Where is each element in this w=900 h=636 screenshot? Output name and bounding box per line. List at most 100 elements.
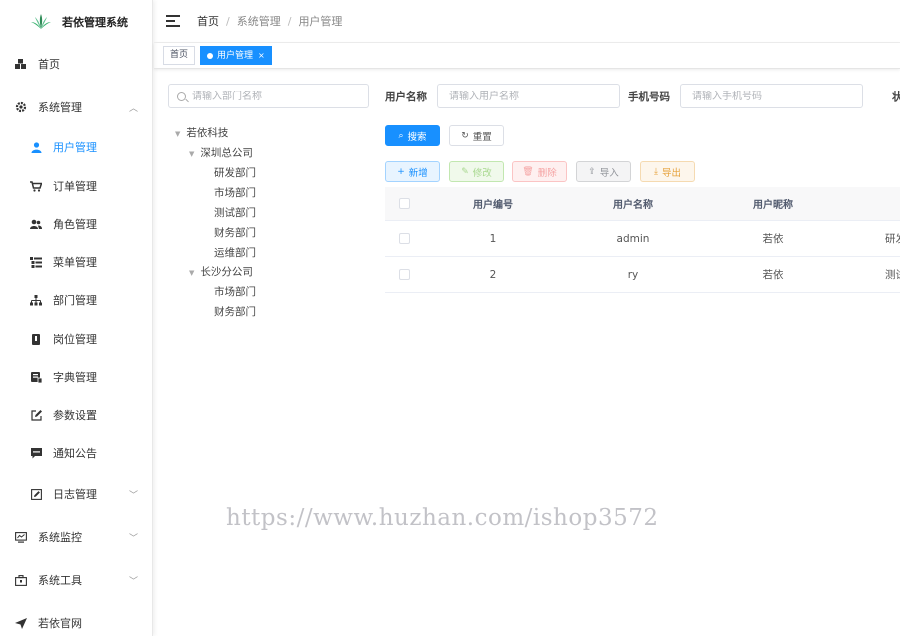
row-select-cell[interactable] bbox=[385, 257, 423, 292]
button-label: 新增 bbox=[408, 167, 428, 179]
user-table: 用户编号 用户名称 用户昵称 1 admin 若依 研发 2 ry 若依 测试 bbox=[385, 187, 900, 293]
breadcrumb-home[interactable]: 首页 bbox=[197, 13, 219, 29]
tree-node-label: 研发部门 bbox=[214, 167, 256, 179]
sidebar-item-label: 参数设置 bbox=[53, 409, 97, 422]
select-all-cell[interactable] bbox=[385, 187, 423, 220]
tree-node[interactable]: 市场部门 bbox=[214, 184, 256, 202]
dept-search-field[interactable] bbox=[168, 84, 369, 108]
row-checkbox[interactable] bbox=[398, 233, 410, 244]
tree-node[interactable]: 运维部门 bbox=[214, 244, 256, 262]
sidebar-item-dict[interactable]: 字典管理 bbox=[0, 362, 153, 392]
tree-node-label: 财务部门 bbox=[214, 227, 256, 239]
delete-button[interactable]: 🗑 删除 bbox=[512, 161, 567, 182]
tree-node[interactable]: 财务部门 bbox=[214, 303, 256, 321]
table-row[interactable]: 2 ry 若依 测试 bbox=[385, 257, 900, 293]
chevron-down-icon: ﹀ bbox=[128, 577, 138, 587]
tree-node[interactable]: 研发部门 bbox=[214, 164, 256, 182]
sidebar-item-home[interactable]: 首页 bbox=[0, 49, 153, 79]
username-field[interactable] bbox=[437, 84, 620, 108]
sidebar-item-roles[interactable]: 角色管理 bbox=[0, 209, 153, 239]
sidebar-item-label: 字典管理 bbox=[53, 371, 97, 384]
tree-node[interactable]: 财务部门 bbox=[214, 224, 256, 242]
search-button[interactable]: ⌕ 搜索 bbox=[385, 125, 440, 146]
edit-button[interactable]: ✎ 修改 bbox=[449, 161, 504, 182]
sidebar-item-posts[interactable]: 岗位管理 bbox=[0, 324, 153, 354]
navbar: 首页 / 系统管理 / 用户管理 bbox=[154, 0, 900, 43]
tag-home[interactable]: 首页 bbox=[163, 46, 196, 65]
sidebar-item-notice[interactable]: 通知公告 bbox=[0, 438, 153, 468]
tag-users[interactable]: 用户管理 × bbox=[200, 46, 272, 65]
tree-table-icon bbox=[30, 256, 42, 268]
tree-node-root[interactable]: ▼ 若依科技 bbox=[175, 124, 228, 142]
tag-label: 首页 bbox=[170, 50, 189, 60]
dept-search-input[interactable] bbox=[192, 90, 368, 102]
sidebar-item-tools[interactable]: 系统工具 ﹀ bbox=[0, 565, 153, 595]
sidebar-item-label: 岗位管理 bbox=[53, 333, 97, 346]
status-label: 状 bbox=[892, 91, 900, 103]
breadcrumb: 首页 / 系统管理 / 用户管理 bbox=[197, 13, 342, 29]
guide-icon bbox=[15, 617, 27, 629]
column-header[interactable]: 用户昵称 bbox=[703, 187, 843, 220]
sidebar-item-monitor[interactable]: 系统监控 ﹀ bbox=[0, 522, 153, 552]
export-button[interactable]: ⤓ 导出 bbox=[640, 161, 695, 182]
add-button[interactable]: + 新增 bbox=[385, 161, 440, 182]
watermark: https://www.huzhan.com/ishop3572 bbox=[226, 505, 659, 531]
sidebar-item-label: 若依官网 bbox=[38, 617, 82, 630]
chevron-up-icon: ︿ bbox=[128, 104, 138, 114]
row-checkbox[interactable] bbox=[398, 269, 410, 280]
hamburger-icon[interactable] bbox=[166, 15, 180, 27]
row-select-cell[interactable] bbox=[385, 221, 423, 256]
sidebar-item-label: 首页 bbox=[38, 58, 60, 71]
tag-label: 用户管理 bbox=[217, 51, 254, 61]
import-button[interactable]: ⇪ 导入 bbox=[576, 161, 631, 182]
cell-dept: 测试 bbox=[885, 269, 900, 281]
username-label: 用户名称 bbox=[385, 91, 427, 103]
monitor-icon bbox=[15, 531, 27, 543]
chevron-down-icon: ﹀ bbox=[128, 491, 138, 501]
sidebar-item-label: 系统监控 bbox=[38, 531, 82, 544]
select-all-checkbox[interactable] bbox=[398, 198, 410, 209]
sidebar-item-menus[interactable]: 菜单管理 bbox=[0, 247, 153, 277]
sidebar-item-depts[interactable]: 部门管理 bbox=[0, 285, 153, 315]
reset-button[interactable]: ↻ 重置 bbox=[449, 125, 504, 146]
sidebar-item-website[interactable]: 若依官网 bbox=[0, 608, 153, 636]
breadcrumb-separator: / bbox=[287, 14, 292, 28]
cell-username: admin bbox=[616, 232, 650, 245]
edit-icon bbox=[30, 409, 42, 421]
caret-down-icon[interactable]: ▼ bbox=[189, 269, 194, 277]
breadcrumb-current: 用户管理 bbox=[298, 15, 343, 28]
sidebar-item-config[interactable]: 参数设置 bbox=[0, 400, 153, 430]
sidebar: 若依管理系统 首页 系统管理 ︿ 用户管理 订单管理 角色管理 菜单管理 部门管… bbox=[0, 0, 153, 636]
sidebar-item-users[interactable]: 用户管理 bbox=[0, 132, 153, 162]
close-icon[interactable]: × bbox=[258, 51, 265, 60]
sidebar-item-orders[interactable]: 订单管理 bbox=[0, 171, 153, 201]
phone-field[interactable] bbox=[680, 84, 863, 108]
sidebar-item-label: 用户管理 bbox=[53, 141, 97, 154]
caret-down-icon[interactable]: ▼ bbox=[189, 150, 194, 158]
tree-node[interactable]: 测试部门 bbox=[214, 204, 256, 222]
table-row[interactable]: 1 admin 若依 研发 bbox=[385, 221, 900, 257]
logo[interactable]: 若依管理系统 bbox=[0, 0, 152, 44]
column-header[interactable]: 用户编号 bbox=[423, 187, 563, 220]
sidebar-item-label: 部门管理 bbox=[53, 294, 97, 307]
caret-down-icon[interactable]: ▼ bbox=[175, 130, 180, 138]
trash-icon: 🗑 bbox=[522, 166, 534, 177]
sidebar-item-label: 订单管理 bbox=[53, 180, 97, 193]
refresh-icon: ↻ bbox=[461, 130, 469, 141]
log-icon bbox=[30, 488, 42, 500]
button-label: 导出 bbox=[661, 167, 681, 179]
tree-node-shenzhen[interactable]: ▼ 深圳总公司 bbox=[189, 144, 253, 162]
tree-node-label: 若依科技 bbox=[186, 127, 229, 139]
cell-user-id: 1 bbox=[489, 232, 497, 245]
search-icon: ⌕ bbox=[398, 130, 404, 141]
tree-node-changsha[interactable]: ▼ 长沙分公司 bbox=[189, 263, 253, 281]
sidebar-item-system[interactable]: 系统管理 ︿ bbox=[0, 92, 153, 122]
column-header[interactable]: 用户名称 bbox=[563, 187, 703, 220]
username-input[interactable] bbox=[449, 90, 619, 102]
tree-icon bbox=[30, 294, 42, 306]
tree-node-label: 市场部门 bbox=[214, 286, 256, 298]
sidebar-item-label: 菜单管理 bbox=[53, 256, 97, 269]
sidebar-item-logs[interactable]: 日志管理 ﹀ bbox=[0, 479, 153, 509]
phone-input[interactable] bbox=[692, 90, 862, 102]
tree-node[interactable]: 市场部门 bbox=[214, 283, 256, 301]
